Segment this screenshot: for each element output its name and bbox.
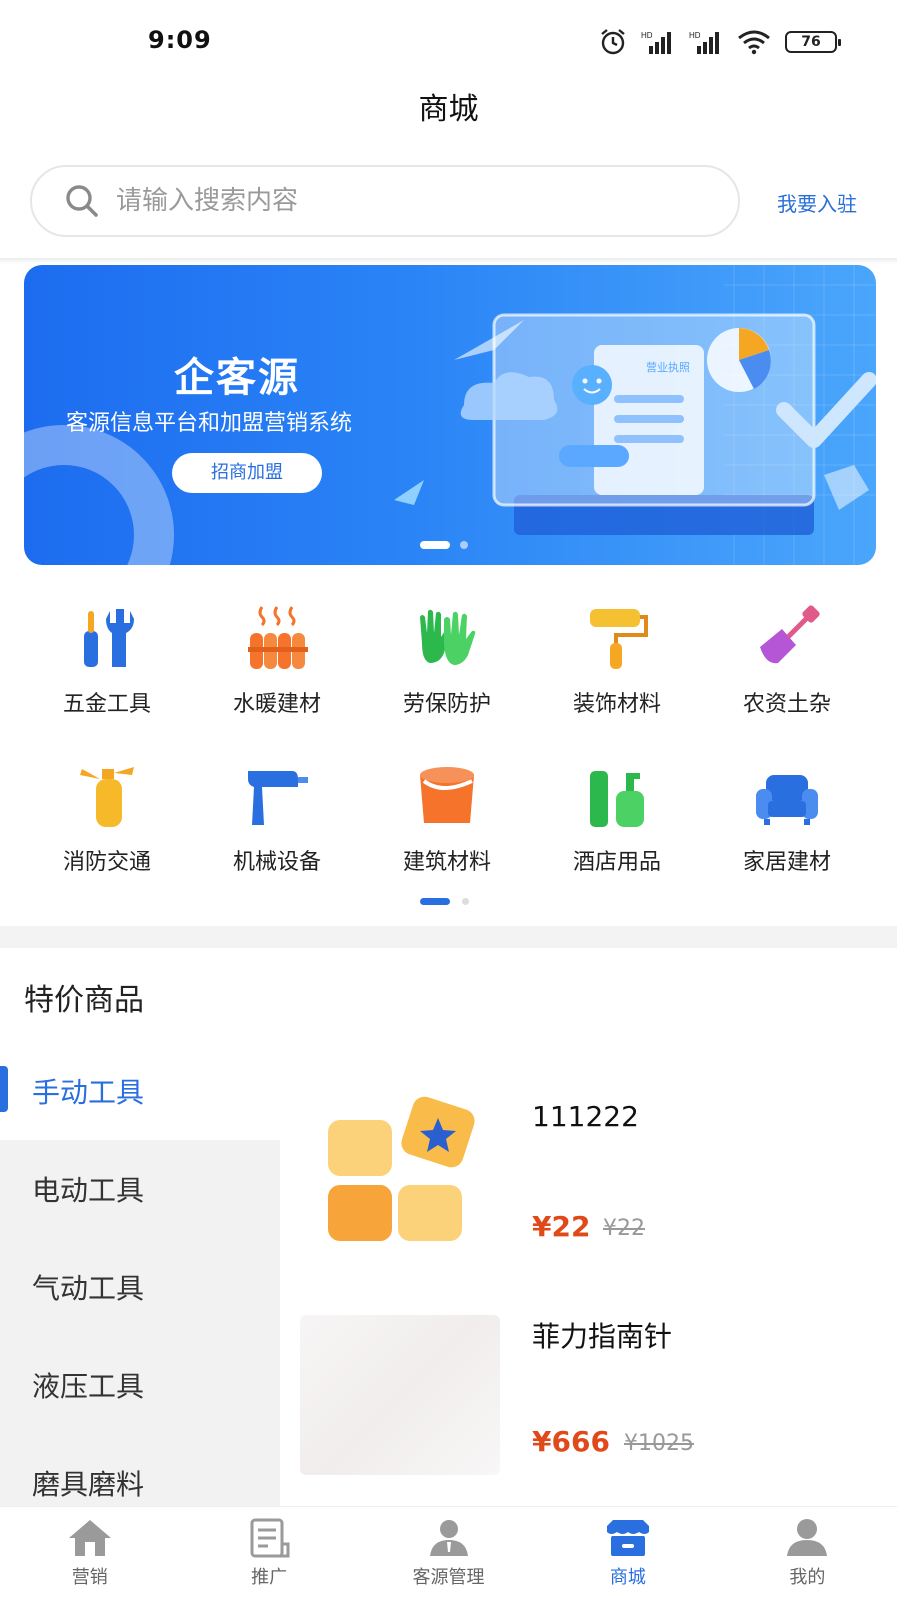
search-input[interactable] bbox=[116, 186, 676, 216]
banner-illustration-text: 营业执照 bbox=[646, 360, 690, 374]
banner-subtitle: 客源信息平台和加盟营销系统 bbox=[66, 411, 353, 436]
page-title: 商城 bbox=[418, 92, 479, 127]
category-item-hardware[interactable]: 五金工具 bbox=[22, 600, 192, 718]
bottom-nav: 营销 推广 客源管理 商城 我的 bbox=[0, 1506, 897, 1600]
category-label: 装饰材料 bbox=[572, 692, 661, 717]
person-icon bbox=[425, 1517, 473, 1559]
shovel-icon bbox=[749, 600, 825, 676]
banner-dot-active bbox=[420, 541, 450, 549]
section-divider bbox=[0, 926, 897, 948]
status-time: 9:09 bbox=[148, 26, 212, 54]
category-item-plumbing[interactable]: 水暖建材 bbox=[192, 600, 362, 718]
category-item-agri[interactable]: 农资土杂 bbox=[702, 600, 872, 718]
nav-item-customer-management[interactable]: 客源管理 bbox=[359, 1507, 538, 1600]
user-icon bbox=[783, 1517, 831, 1559]
nav-label: 我的 bbox=[789, 1567, 826, 1588]
category-label: 消防交通 bbox=[62, 850, 151, 875]
drill-icon bbox=[239, 758, 315, 834]
search-icon bbox=[66, 185, 98, 217]
wrench-icon bbox=[69, 600, 145, 676]
category-item-decoration[interactable]: 装饰材料 bbox=[532, 600, 702, 718]
category-item-fire[interactable]: 消防交通 bbox=[22, 758, 192, 876]
category-label: 建筑材料 bbox=[402, 850, 491, 875]
nav-label: 营销 bbox=[71, 1567, 108, 1588]
promo-banner[interactable]: 营业执照 企客源 客源信息平台和加盟营销系统 招商加盟 bbox=[24, 265, 876, 565]
status-bar: 9:09 HD HD 76 bbox=[0, 0, 897, 84]
category-label: 水暖建材 bbox=[232, 692, 321, 717]
paint-bucket-icon bbox=[409, 758, 485, 834]
nav-label: 推广 bbox=[251, 1567, 288, 1588]
category-item-building[interactable]: 建筑材料 bbox=[362, 758, 532, 876]
banner-join-button[interactable]: 招商加盟 bbox=[172, 453, 322, 493]
product-name: 菲力指南针 bbox=[532, 1320, 673, 1353]
fire-extinguisher-icon bbox=[69, 758, 145, 834]
special-category-nav: 手动工具 电动工具 气动工具 液压工具 磨具磨料 bbox=[0, 1042, 280, 1532]
product-original-price: ¥1025 bbox=[624, 1431, 694, 1456]
product-image bbox=[328, 1096, 475, 1241]
home-icon bbox=[66, 1517, 114, 1559]
category-pagination bbox=[420, 898, 469, 905]
category-label: 劳保防护 bbox=[402, 692, 491, 717]
special-section-title: 特价商品 bbox=[24, 983, 144, 1018]
category-label: 农资土杂 bbox=[742, 692, 831, 717]
header-divider bbox=[0, 258, 897, 264]
join-link[interactable]: 我要入驻 bbox=[777, 188, 857, 217]
product-price: ¥22 bbox=[532, 1210, 591, 1243]
nav-item-profile[interactable]: 我的 bbox=[718, 1507, 897, 1600]
wifi-icon bbox=[738, 30, 770, 55]
alarm-icon bbox=[601, 29, 625, 55]
nav-label: 商城 bbox=[609, 1567, 646, 1588]
svg-text:HD: HD bbox=[689, 31, 701, 40]
tab-manual-tools[interactable]: 手动工具 bbox=[0, 1042, 280, 1140]
bottles-icon bbox=[579, 758, 655, 834]
svg-text:HD: HD bbox=[641, 31, 653, 40]
category-item-hotel[interactable]: 酒店用品 bbox=[532, 758, 702, 876]
nav-item-marketing[interactable]: 营销 bbox=[0, 1507, 179, 1600]
tab-hydraulic-tools[interactable]: 液压工具 bbox=[0, 1336, 280, 1434]
nav-item-promotion[interactable]: 推广 bbox=[179, 1507, 358, 1600]
product-image bbox=[300, 1315, 500, 1475]
product-card[interactable]: 菲力指南针 ¥666 ¥1025 bbox=[300, 1315, 860, 1515]
product-card[interactable]: 111222 ¥22 ¥22 bbox=[300, 1090, 860, 1290]
signal-icon: HD bbox=[641, 31, 671, 54]
product-original-price: ¥22 bbox=[603, 1216, 645, 1241]
signal-icon-2: HD bbox=[689, 31, 719, 54]
paint-roller-icon bbox=[579, 600, 655, 676]
product-price: ¥666 bbox=[532, 1425, 610, 1458]
category-grid: 五金工具 水暖建材 劳保防护 装饰材料 农资土杂 消防交通 机械设备 建筑材料 … bbox=[22, 600, 874, 876]
category-item-safety[interactable]: 劳保防护 bbox=[362, 600, 532, 718]
tab-pneumatic-tools[interactable]: 气动工具 bbox=[0, 1238, 280, 1336]
tab-electric-tools[interactable]: 电动工具 bbox=[0, 1140, 280, 1238]
category-item-home[interactable]: 家居建材 bbox=[702, 758, 872, 876]
banner-title: 企客源 bbox=[174, 355, 300, 401]
nav-label: 客源管理 bbox=[412, 1567, 485, 1588]
gloves-icon bbox=[409, 600, 485, 676]
category-dot-active bbox=[420, 898, 450, 905]
battery-indicator: 76 bbox=[785, 31, 841, 53]
product-name: 111222 bbox=[532, 1100, 639, 1133]
category-label: 机械设备 bbox=[232, 850, 321, 875]
search-bar[interactable] bbox=[30, 165, 740, 237]
category-label: 酒店用品 bbox=[572, 850, 661, 875]
banner-pagination bbox=[420, 541, 468, 549]
sofa-icon bbox=[749, 758, 825, 834]
category-item-machinery[interactable]: 机械设备 bbox=[192, 758, 362, 876]
radiator-icon bbox=[239, 600, 315, 676]
category-label: 五金工具 bbox=[62, 692, 151, 717]
category-label: 家居建材 bbox=[742, 850, 831, 875]
nav-item-mall[interactable]: 商城 bbox=[538, 1507, 717, 1600]
banner-dot bbox=[460, 541, 468, 549]
document-icon bbox=[245, 1517, 293, 1559]
store-icon bbox=[604, 1517, 652, 1559]
status-icons: HD HD 76 bbox=[599, 28, 841, 56]
category-dot bbox=[462, 898, 469, 905]
